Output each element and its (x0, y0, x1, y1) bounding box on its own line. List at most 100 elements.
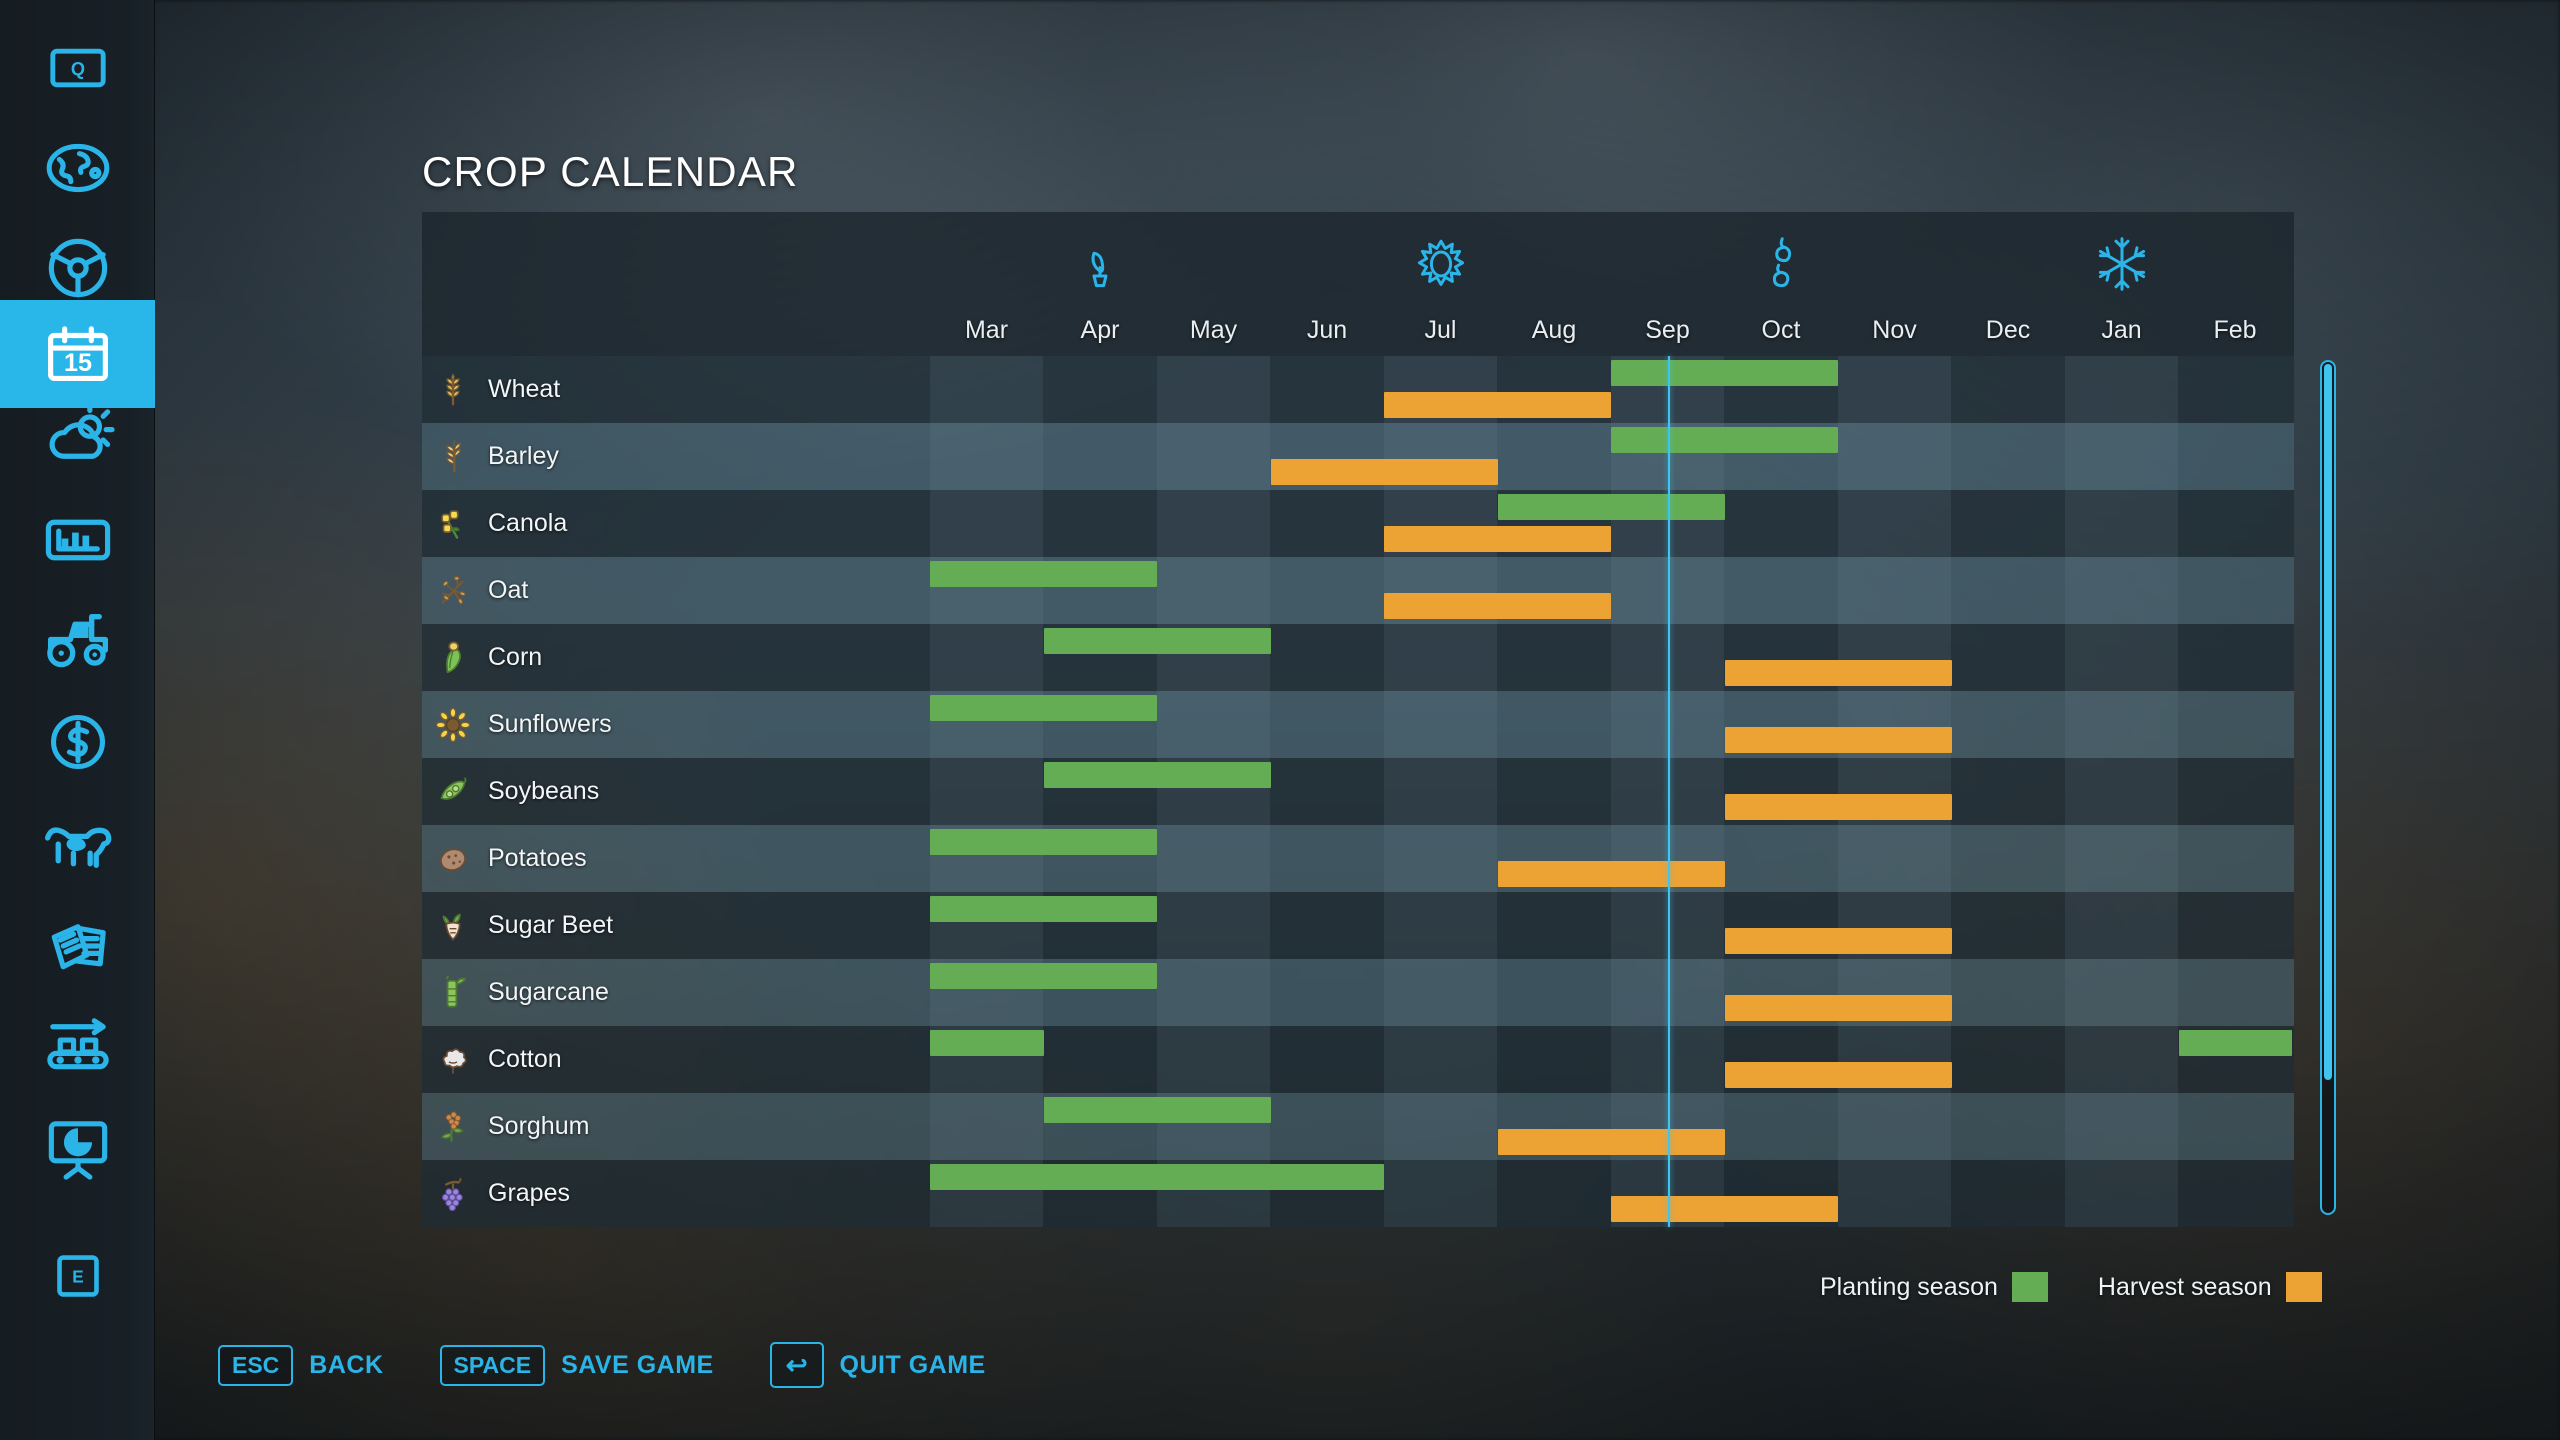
svg-text:Q: Q (70, 59, 84, 79)
crop-name: Potatoes (488, 844, 587, 872)
crop-cell: Barley (422, 423, 930, 490)
table-row[interactable]: Sugar Beet (422, 892, 2294, 959)
calendar-body: Wheat Barley Canola Oat Corn Sunflowers Soybea… (422, 356, 2294, 1227)
statistics-icon (41, 503, 115, 577)
keybar-action-back[interactable]: ESC BACK (218, 1344, 384, 1386)
month-cell-nov (1838, 1093, 1951, 1160)
sidebar-item-keycap-q[interactable]: Q (0, 14, 155, 122)
month-cell-aug (1498, 1026, 1611, 1093)
keybar-action-save-game[interactable]: SPACE SAVE GAME (439, 1344, 714, 1386)
month-label-feb: Feb (2213, 316, 2257, 344)
sidebar-item-weather[interactable] (0, 383, 155, 491)
table-row[interactable]: Grapes (422, 1160, 2294, 1227)
month-cell-mar (930, 624, 1043, 691)
table-row[interactable]: Canola (422, 490, 2294, 557)
month-cell-feb (2179, 892, 2292, 959)
month-cell-jul (1384, 1160, 1497, 1227)
steering-wheel-icon (41, 231, 115, 305)
table-row[interactable]: Sorghum (422, 1093, 2294, 1160)
planting-season-bar (1043, 1097, 1271, 1123)
table-row[interactable]: Sunflowers (422, 691, 2294, 758)
current-time-marker (1667, 356, 1670, 1227)
sidebar-item-keycap-e[interactable]: E (0, 1222, 155, 1330)
month-label-may: May (1189, 316, 1238, 344)
sidebar-item-animals[interactable] (0, 790, 155, 898)
table-row[interactable]: Wheat (422, 356, 2294, 423)
sidebar-item-finances[interactable] (0, 688, 155, 796)
month-cell-jan (2065, 959, 2178, 1026)
month-cell-jan (2065, 758, 2178, 825)
presentation-icon (41, 1109, 115, 1183)
sidebar-item-machinery[interactable] (0, 587, 155, 695)
crop-cell: Soybeans (422, 758, 930, 825)
month-cell-dec (1952, 892, 2065, 959)
crop-cell: Sugarcane (422, 959, 930, 1026)
scrollbar-track[interactable] (2320, 360, 2336, 1215)
oat-icon (436, 574, 470, 608)
cotton-icon (436, 1043, 470, 1077)
crop-cell: Cotton (422, 1026, 930, 1093)
scrollbar-thumb[interactable] (2324, 364, 2332, 1080)
table-row[interactable]: Barley (422, 423, 2294, 490)
month-cell-jul (1384, 691, 1497, 758)
sidebar-item-statistics[interactable] (0, 486, 155, 594)
table-row[interactable]: Cotton (422, 1026, 2294, 1093)
sidebar-item-construction[interactable] (0, 1092, 155, 1200)
tractor-icon (40, 603, 116, 679)
keycap: ↩ (769, 1342, 824, 1388)
crop-name: Canola (488, 509, 568, 537)
month-cell-may (1157, 825, 1270, 892)
table-row[interactable]: Sugarcane (422, 959, 2294, 1026)
svg-text:E: E (72, 1267, 83, 1287)
crop-name: Cotton (488, 1045, 562, 1073)
table-row[interactable]: Soybeans (422, 758, 2294, 825)
planting-season-bar (1611, 427, 1838, 453)
month-cell-mar (930, 758, 1043, 825)
harvest-season-bar (1497, 1129, 1725, 1155)
table-row[interactable]: Potatoes (422, 825, 2294, 892)
month-cell-dec (1952, 423, 2065, 490)
month-cell-oct (1725, 490, 1838, 557)
sprout-icon (1070, 234, 1130, 294)
planting-season-bar (1497, 494, 1725, 520)
crop-name: Sorghum (488, 1112, 590, 1140)
sidebar-item-map[interactable] (0, 114, 155, 222)
sidebar-item-production[interactable] (0, 992, 155, 1100)
harvest-season-bar (1384, 593, 1611, 619)
barley-icon (436, 439, 470, 474)
month-cell-feb (2179, 758, 2292, 825)
month-cell-jun (1271, 691, 1384, 758)
month-cell-dec (1952, 557, 2065, 624)
legend-label: Planting season (1820, 1272, 1998, 1301)
month-cell-jun (1271, 557, 1384, 624)
harvest-season-bar (1724, 660, 1952, 686)
keybar-action-quit-game[interactable]: ↩ QUIT GAME (769, 1342, 986, 1388)
planting-season-bar (2178, 1030, 2292, 1056)
harvest-season-bar (1270, 459, 1498, 485)
crop-name: Oat (488, 576, 529, 604)
cow-icon (40, 806, 116, 882)
page-title: CROP CALENDAR (422, 148, 799, 195)
month-cell-jun (1271, 624, 1384, 691)
month-cell-aug (1498, 1160, 1611, 1227)
month-cell-feb (2179, 356, 2292, 423)
month-cell-mar (930, 423, 1043, 490)
month-cell-feb (2179, 825, 2292, 892)
keycap: ESC (218, 1344, 294, 1386)
month-cell-dec (1952, 490, 2065, 557)
month-cell-may (1157, 356, 1270, 423)
month-cell-may (1157, 959, 1270, 1026)
month-cell-jun (1271, 825, 1384, 892)
sidebar-item-contracts[interactable] (0, 892, 155, 1000)
keybar-label: BACK (309, 1350, 384, 1379)
month-cell-jan (2065, 691, 2178, 758)
month-cell-jan (2065, 1093, 2178, 1160)
grapes-icon (436, 1177, 470, 1211)
crop-name: Barley (488, 442, 559, 470)
table-row[interactable]: Oat (422, 557, 2294, 624)
month-label-dec: Dec (1985, 316, 2031, 344)
keybar: ESC BACK SPACE SAVE GAME ↩ QUIT GAME (218, 1290, 1042, 1440)
table-row[interactable]: Corn (422, 624, 2294, 691)
leaves-icon (1751, 234, 1811, 294)
globe-icon (42, 132, 114, 204)
